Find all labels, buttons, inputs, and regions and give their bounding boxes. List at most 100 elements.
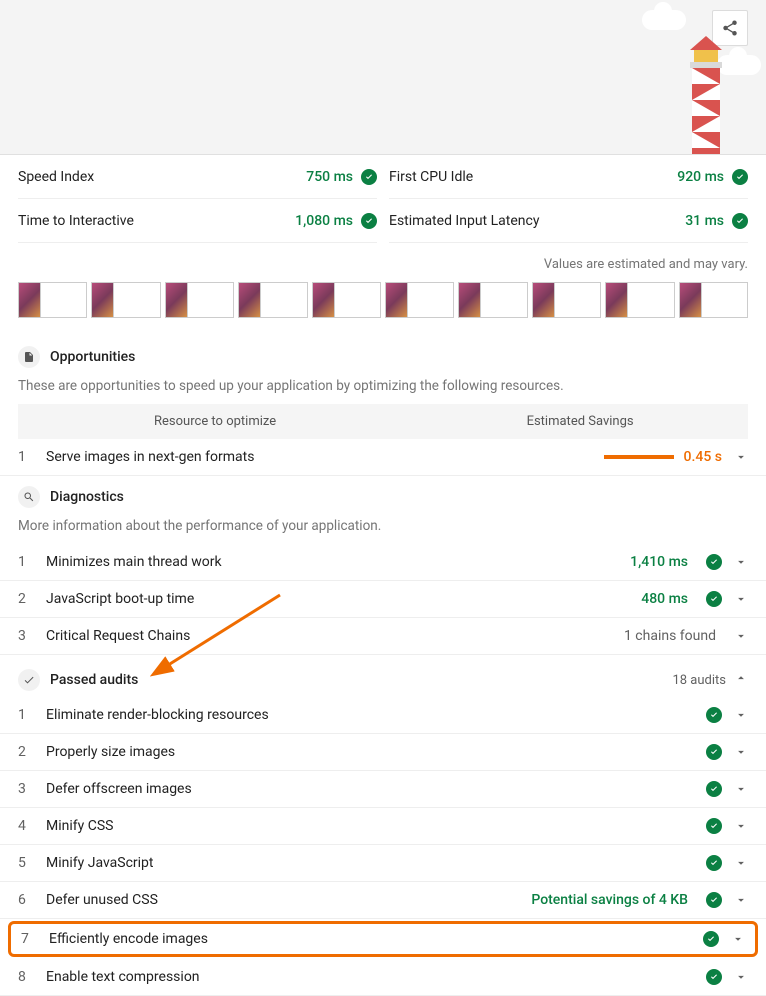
metric-row: Speed Index 750 ms: [18, 155, 377, 199]
passed-audit-value: Potential savings of 4 KB: [531, 892, 688, 908]
passed-audit-row[interactable]: 8 Enable text compression: [0, 959, 766, 996]
metric-value: 1,080 ms: [295, 213, 377, 229]
diagnostic-title: JavaScript boot-up time: [46, 591, 629, 607]
passed-audit-row[interactable]: 3 Defer offscreen images: [0, 771, 766, 808]
passed-audit-title: Efficiently encode images: [49, 931, 691, 947]
metric-label: Speed Index: [18, 169, 94, 185]
opportunities-title: Opportunities: [50, 349, 135, 365]
chevron-down-icon: [734, 629, 748, 643]
filmstrip-frame: [238, 282, 307, 318]
opportunity-row[interactable]: 1 Serve images in next-gen formats 0.45 …: [0, 439, 766, 476]
passed-title: Passed audits: [50, 672, 138, 688]
row-number: 6: [18, 892, 34, 908]
filmstrip-frame: [605, 282, 674, 318]
metric-label: Estimated Input Latency: [389, 213, 539, 229]
opportunities-description: These are opportunities to speed up your…: [0, 374, 766, 404]
passed-audit-title: Enable text compression: [46, 969, 694, 985]
passed-audit-title: Minify CSS: [46, 818, 694, 834]
estimated-note: Values are estimated and may vary.: [0, 243, 766, 282]
diagnostics-description: More information about the performance o…: [0, 514, 766, 544]
chevron-down-icon: [734, 782, 748, 796]
pass-icon: [706, 969, 722, 985]
pass-icon: [706, 855, 722, 871]
passed-audit-row[interactable]: 4 Minify CSS: [0, 808, 766, 845]
passed-count: 18 audits: [672, 671, 748, 689]
metric-value: 31 ms: [685, 213, 748, 229]
diagnostic-value: 1,410 ms: [630, 554, 688, 570]
diagnostic-row[interactable]: 2 JavaScript boot-up time 480 ms: [0, 581, 766, 618]
metric-row: Time to Interactive 1,080 ms: [18, 199, 377, 243]
metrics-col-right: First CPU Idle 920 ms Estimated Input La…: [389, 155, 748, 243]
chevron-down-icon: [734, 970, 748, 984]
chevron-down-icon: [734, 893, 748, 907]
filmstrip-frame: [18, 282, 87, 318]
metrics-panel: Speed Index 750 ms Time to Interactive 1…: [0, 155, 766, 243]
pass-icon: [732, 213, 748, 229]
chevron-down-icon: [734, 450, 748, 464]
opportunity-title: Serve images in next-gen formats: [46, 449, 560, 465]
metrics-col-left: Speed Index 750 ms Time to Interactive 1…: [18, 155, 377, 243]
row-number: 4: [18, 818, 34, 834]
pass-icon: [706, 707, 722, 723]
passed-audit-row[interactable]: 2 Properly size images: [0, 734, 766, 771]
diagnostic-value: 1 chains found: [624, 628, 716, 644]
savings-bar-wrap: 0.45 s: [572, 449, 722, 465]
row-number: 1: [18, 554, 34, 570]
diagnostic-title: Minimizes main thread work: [46, 554, 618, 570]
diagnostics-header: Diagnostics: [0, 476, 766, 514]
diagnostic-row[interactable]: 1 Minimizes main thread work 1,410 ms: [0, 544, 766, 581]
diagnostic-title: Critical Request Chains: [46, 628, 612, 644]
pass-icon: [706, 591, 722, 607]
passed-audit-row[interactable]: 6 Defer unused CSS Potential savings of …: [0, 882, 766, 919]
pass-icon: [706, 744, 722, 760]
pass-icon: [361, 213, 377, 229]
chevron-up-icon: [734, 671, 748, 689]
filmstrip-frame: [679, 282, 748, 318]
lighthouse-illustration: [676, 30, 736, 155]
row-number: 3: [18, 628, 34, 644]
chevron-down-icon: [734, 856, 748, 870]
opportunities-columns: Resource to optimize Estimated Savings: [18, 404, 748, 439]
passed-audit-row-highlighted[interactable]: 7 Efficiently encode images: [8, 921, 758, 957]
pass-icon: [706, 781, 722, 797]
passed-audit-row[interactable]: 5 Minify JavaScript: [0, 845, 766, 882]
filmstrip-frame: [532, 282, 601, 318]
row-number: 5: [18, 855, 34, 871]
chevron-down-icon: [734, 708, 748, 722]
row-number: 2: [18, 744, 34, 760]
opp-col-savings: Estimated Savings: [412, 404, 748, 439]
chevron-down-icon: [731, 932, 745, 946]
row-number: 3: [18, 781, 34, 797]
pass-icon: [706, 892, 722, 908]
diagnostics-title: Diagnostics: [50, 489, 124, 505]
passed-audit-title: Minify JavaScript: [46, 855, 694, 871]
diagnostic-value: 480 ms: [641, 591, 688, 607]
pass-icon: [703, 931, 719, 947]
filmstrip-frame: [312, 282, 381, 318]
passed-audits-header[interactable]: Passed audits 18 audits: [0, 655, 766, 697]
report-header: [0, 0, 766, 155]
pass-icon: [732, 169, 748, 185]
filmstrip-frame: [458, 282, 527, 318]
pass-icon: [706, 554, 722, 570]
row-number: 2: [18, 591, 34, 607]
row-number: 7: [21, 931, 37, 947]
cloud-decoration: [642, 10, 686, 30]
chevron-down-icon: [734, 819, 748, 833]
metric-value: 920 ms: [677, 169, 748, 185]
diagnostic-row[interactable]: 3 Critical Request Chains 1 chains found: [0, 618, 766, 655]
chevron-down-icon: [734, 592, 748, 606]
pass-icon: [706, 818, 722, 834]
search-icon: [18, 486, 40, 508]
passed-audit-row[interactable]: 1 Eliminate render-blocking resources: [0, 697, 766, 734]
passed-audit-title: Defer unused CSS: [46, 892, 519, 908]
savings-value: 0.45 s: [684, 449, 722, 465]
chevron-down-icon: [734, 745, 748, 759]
opp-col-resource: Resource to optimize: [18, 404, 412, 439]
metric-value: 750 ms: [306, 169, 377, 185]
row-number: 1: [18, 707, 34, 723]
metric-label: Time to Interactive: [18, 213, 134, 229]
row-number: 8: [18, 969, 34, 985]
filmstrip-frame: [385, 282, 454, 318]
metric-row: Estimated Input Latency 31 ms: [389, 199, 748, 243]
